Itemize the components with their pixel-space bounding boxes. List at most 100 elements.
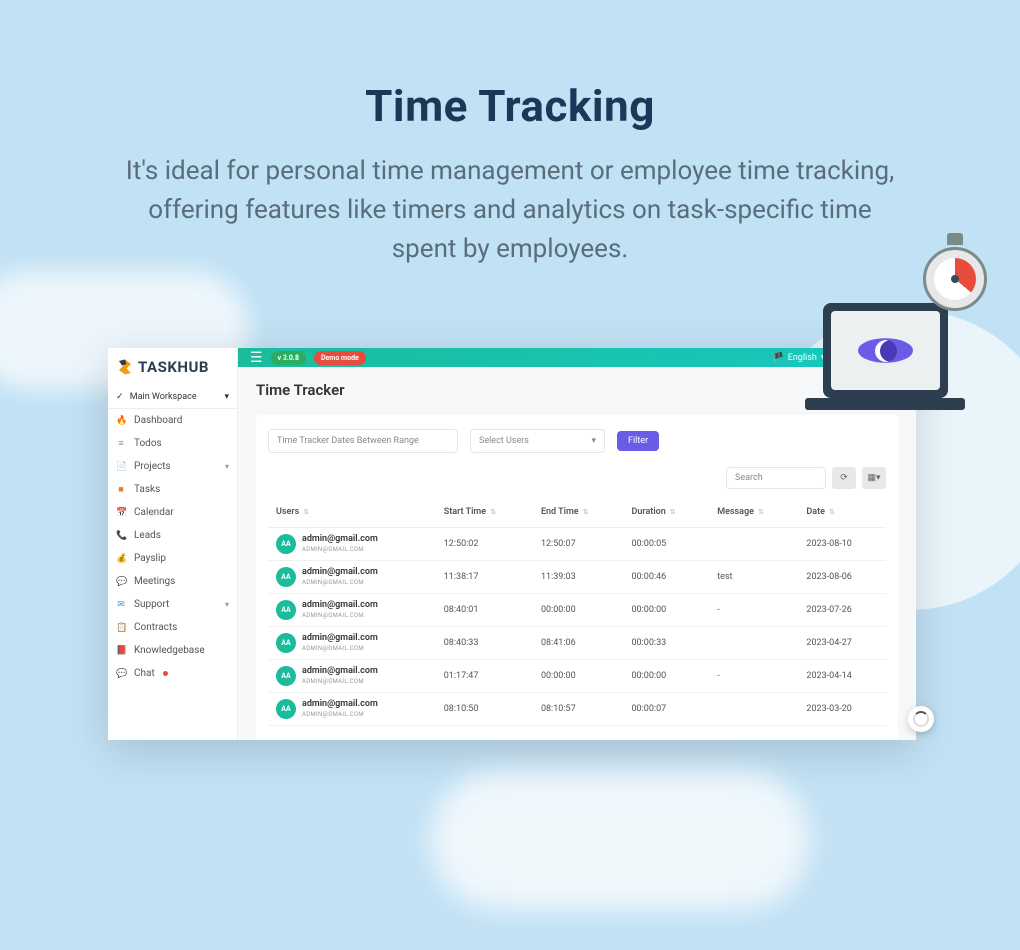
cell-message: -: [709, 594, 798, 627]
col-message[interactable]: Message⇅: [709, 497, 798, 528]
search-input[interactable]: Search: [726, 467, 826, 489]
col-start[interactable]: Start Time⇅: [436, 497, 533, 528]
nav-icon: ✉: [116, 600, 126, 610]
sidebar-item-leads[interactable]: 📞 Leads: [108, 524, 237, 547]
cell-start: 12:50:02: [436, 528, 533, 561]
cell-duration: 00:00:07: [624, 693, 710, 726]
user-email: admin@gmail.com: [302, 633, 378, 645]
cell-message: [709, 528, 798, 561]
sidebar-item-calendar[interactable]: 📅 Calendar: [108, 501, 237, 524]
cell-start: 01:17:47: [436, 660, 533, 693]
cell-duration: 00:00:46: [624, 561, 710, 594]
workspace-selector[interactable]: ✓ Main Workspace ▾: [108, 386, 237, 409]
cell-end: 08:10:57: [533, 693, 624, 726]
nav-icon: 💬: [116, 669, 126, 679]
cell-date: 2023-04-14: [798, 660, 886, 693]
user-sub: ADMIN@GMAIL.COM: [302, 678, 378, 686]
user-email: admin@gmail.com: [302, 666, 378, 678]
date-range-input[interactable]: Time Tracker Dates Between Range: [268, 429, 458, 453]
sidebar-item-chat[interactable]: 💬 Chat: [108, 662, 237, 685]
sidebar-item-knowledgebase[interactable]: 📕Knowledgebase: [108, 639, 237, 662]
sidebar-item-contracts[interactable]: 📋 Contracts: [108, 616, 237, 639]
user-sub: ADMIN@GMAIL.COM: [302, 612, 378, 620]
table-row[interactable]: AA admin@gmail.com ADMIN@GMAIL.COM 01:17…: [268, 660, 886, 693]
logo[interactable]: TASKHUB: [108, 348, 237, 386]
notification-dot: [163, 671, 168, 676]
cell-start: 11:38:17: [436, 561, 533, 594]
col-end[interactable]: End Time⇅: [533, 497, 624, 528]
cell-end: 00:00:00: [533, 660, 624, 693]
cell-date: 2023-03-20: [798, 693, 886, 726]
nav-label: Knowledgebase: [134, 645, 205, 656]
cell-message: [709, 627, 798, 660]
sidebar-item-dashboard[interactable]: 🔥 Dashboard: [108, 409, 237, 432]
nav-icon: 🔥: [116, 416, 126, 426]
nav-label: Contracts: [134, 622, 177, 633]
nav-label: Calendar: [134, 507, 174, 518]
app-window: TASKHUB ✓ Main Workspace ▾ 🔥 Dashboard ≡ To…: [108, 348, 916, 740]
sidebar-item-support[interactable]: ✉ Support ▾: [108, 593, 237, 616]
time-tracker-table: Users⇅ Start Time⇅ End Time⇅ Duration⇅ M…: [268, 497, 886, 726]
table-row[interactable]: AA admin@gmail.com ADMIN@GMAIL.COM 08:40…: [268, 627, 886, 660]
avatar: AA: [276, 633, 296, 653]
filter-button[interactable]: Filter: [617, 431, 659, 451]
user-email: admin@gmail.com: [302, 699, 378, 711]
refresh-button[interactable]: ⟳: [832, 467, 856, 489]
hero-title: Time Tracking: [60, 80, 960, 132]
cell-message: test: [709, 561, 798, 594]
cell-duration: 00:00:00: [624, 594, 710, 627]
nav-icon: 📄: [116, 462, 126, 472]
cell-start: 08:10:50: [436, 693, 533, 726]
cell-message: [709, 693, 798, 726]
nav-label: Chat: [134, 668, 155, 679]
version-badge: v 3.0.8: [271, 351, 306, 365]
nav-label: Tasks: [134, 484, 160, 495]
stopwatch-icon: [915, 235, 995, 315]
user-sub: ADMIN@GMAIL.COM: [302, 711, 378, 719]
sidebar-item-projects[interactable]: 📄Projects▾: [108, 455, 237, 478]
cell-end: 11:39:03: [533, 561, 624, 594]
nav-icon: 💰: [116, 554, 126, 564]
menu-toggle-icon[interactable]: ☰: [250, 350, 263, 366]
cell-duration: 00:00:00: [624, 660, 710, 693]
col-users[interactable]: Users⇅: [268, 497, 436, 528]
nav-icon: 📞: [116, 531, 126, 541]
cell-date: 2023-04-27: [798, 627, 886, 660]
table-row[interactable]: AA admin@gmail.com ADMIN@GMAIL.COM 08:40…: [268, 594, 886, 627]
sidebar-item-meetings[interactable]: 💬Meetings: [108, 570, 237, 593]
nav-icon: 📅: [116, 508, 126, 518]
view-toggle-button[interactable]: ▦▾: [862, 467, 886, 489]
nav-label: Dashboard: [134, 415, 182, 426]
eye-icon: [858, 333, 913, 368]
users-select[interactable]: Select Users ▾: [470, 429, 605, 453]
nav-label: Support: [134, 599, 169, 610]
logo-text: TASKHUB: [138, 358, 209, 376]
nav-label: Leads: [134, 530, 161, 541]
col-date[interactable]: Date⇅: [798, 497, 886, 528]
table-row[interactable]: AA admin@gmail.com ADMIN@GMAIL.COM 11:38…: [268, 561, 886, 594]
sidebar-item-tasks[interactable]: ■ Tasks: [108, 478, 237, 501]
table-row[interactable]: AA admin@gmail.com ADMIN@GMAIL.COM 08:10…: [268, 693, 886, 726]
avatar: AA: [276, 600, 296, 620]
cell-start: 08:40:01: [436, 594, 533, 627]
col-duration[interactable]: Duration⇅: [624, 497, 710, 528]
sidebar-item-todos[interactable]: ≡ Todos: [108, 432, 237, 455]
nav-icon: ■: [116, 484, 126, 495]
hero-subtitle: It's ideal for personal time management …: [120, 152, 900, 269]
avatar: AA: [276, 567, 296, 587]
chevron-down-icon: ▾: [225, 600, 229, 609]
illustration: [800, 235, 990, 420]
table-row[interactable]: AA admin@gmail.com ADMIN@GMAIL.COM 12:50…: [268, 528, 886, 561]
cell-date: 2023-07-26: [798, 594, 886, 627]
nav-icon: 📋: [116, 623, 126, 633]
nav-label: Todos: [134, 438, 162, 449]
nav-icon: ≡: [116, 438, 126, 449]
cell-duration: 00:00:33: [624, 627, 710, 660]
cell-end: 12:50:07: [533, 528, 624, 561]
sidebar-item-payslip[interactable]: 💰Payslip: [108, 547, 237, 570]
filters-card: Time Tracker Dates Between Range Select …: [256, 415, 898, 740]
avatar: AA: [276, 699, 296, 719]
nav-label: Projects: [134, 461, 171, 472]
loading-indicator: [908, 706, 934, 732]
cell-end: 08:41:06: [533, 627, 624, 660]
